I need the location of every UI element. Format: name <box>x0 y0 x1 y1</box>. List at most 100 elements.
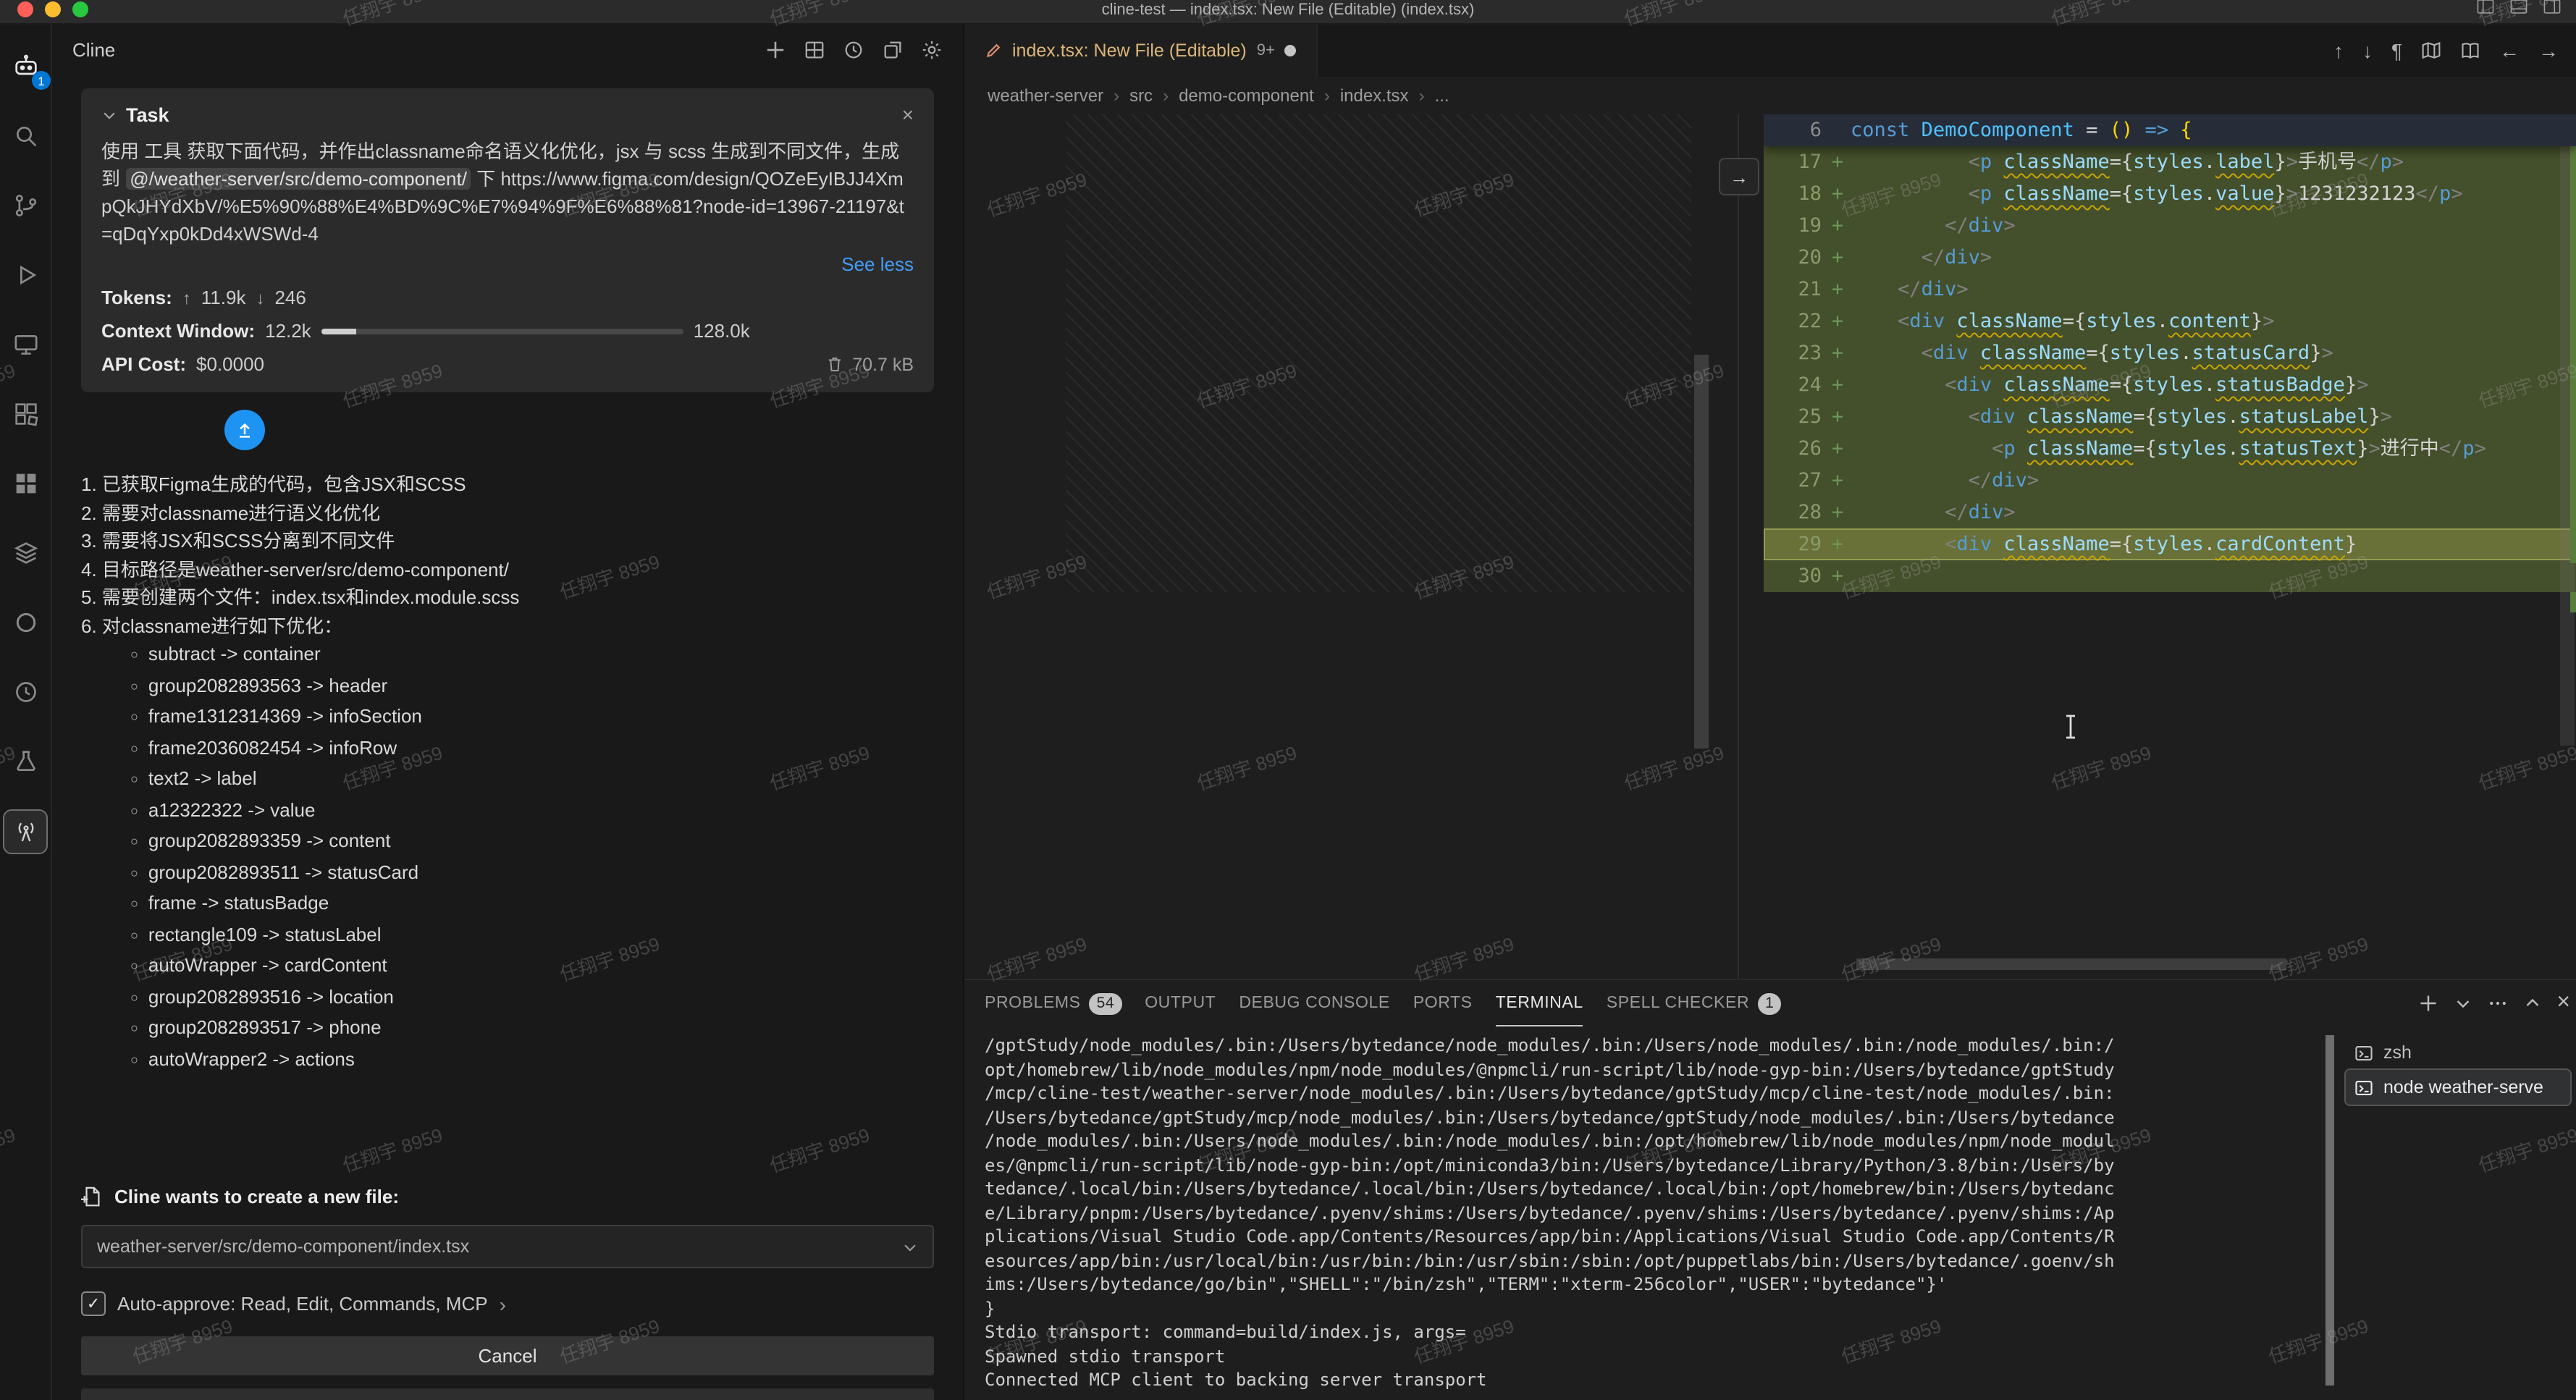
terminal-line: opt/homebrew/lib/node_modules/npm/node_m… <box>985 1058 2325 1081</box>
maximize-panel-icon[interactable] <box>2523 995 2541 1012</box>
more-actions-icon[interactable] <box>2487 993 2507 1013</box>
sidebar-item-source-control[interactable] <box>4 184 46 226</box>
create-file-label: Cline wants to create a new file: <box>114 1186 399 1207</box>
toggle-sidebar-icon[interactable] <box>2476 0 2495 16</box>
panel-tab-spell-checker[interactable]: Spell Checker1 <box>1607 980 1782 1026</box>
sidebar-item-history[interactable] <box>4 670 46 712</box>
partial-bottom-button[interactable] <box>81 1388 934 1400</box>
sidebar-item-squares[interactable] <box>4 462 46 504</box>
sidebar-title: Cline <box>72 38 115 60</box>
diff-modified-pane[interactable]: 6 const DemoComponent = () => { 17+ <p c… <box>1764 114 2576 979</box>
terminal-list-item[interactable]: zsh <box>2346 1035 2570 1070</box>
back-icon[interactable]: ← <box>2499 39 2520 62</box>
checklist-item: 6. 对classname进行如下优化： <box>81 612 934 640</box>
panel-tab-ports[interactable]: Ports <box>1413 980 1473 1026</box>
breadcrumb-item[interactable]: ... <box>1435 85 1449 106</box>
sidebar-item-remote-explorer[interactable] <box>4 323 46 365</box>
task-card: Task × 使用 工具 获取下面代码，并作出classname命名语义化优化，… <box>81 88 934 392</box>
history-icon[interactable] <box>843 38 864 60</box>
panel-tab-badge: 1 <box>1758 992 1781 1014</box>
bullet-icon: ○ <box>130 678 138 693</box>
breadcrumb-item[interactable]: index.tsx <box>1340 85 1409 106</box>
code-line: 28+ </div> <box>1764 497 2576 528</box>
new-task-icon[interactable] <box>765 38 786 60</box>
cline-sidebar: Cline Task × 使用 工具 获取下面代码 <box>52 25 963 1400</box>
prev-change-icon[interactable]: ↑ <box>2333 39 2344 62</box>
new-terminal-icon[interactable] <box>2417 993 2438 1013</box>
auto-approve-checkbox[interactable]: ✓ <box>81 1291 106 1316</box>
vertical-scrollbar[interactable] <box>2559 114 2576 979</box>
horizontal-scrollbar[interactable] <box>1856 958 2286 970</box>
overview-ruler-add-mark <box>2570 592 2576 612</box>
tab-dirty-dot-icon[interactable] <box>1285 45 1297 56</box>
upload-fab-button[interactable] <box>224 410 265 450</box>
sidebar-item-search[interactable] <box>4 114 46 156</box>
diff-sash[interactable]: → <box>1712 114 1764 979</box>
editor-tab[interactable]: index.tsx: New File (Editable) 9+ <box>964 25 1318 77</box>
terminal-list-item[interactable]: node weather-serve <box>2346 1070 2570 1105</box>
terminal-line: es/@npmcli/run-script/lib/node-gyp-bin:/… <box>985 1153 2325 1177</box>
see-less-link[interactable]: See less <box>101 253 914 275</box>
chevron-right-icon[interactable]: › <box>500 1292 506 1315</box>
panel-tab-output[interactable]: Output <box>1145 980 1216 1026</box>
terminal-dropdown-chevron-icon[interactable] <box>2454 995 2471 1012</box>
checklist-item: 1. 已获取Figma生成的代码，包含JSX和SCSS <box>81 471 934 499</box>
breadcrumb-item[interactable]: src <box>1129 85 1153 106</box>
file-path-dropdown[interactable]: weather-server/src/demo-component/index.… <box>81 1225 934 1268</box>
terminal-scrollbar[interactable] <box>2325 1035 2334 1386</box>
terminal-line: Spawned stdio transport <box>985 1344 2325 1368</box>
trash-icon[interactable] <box>825 355 843 374</box>
checklist-item: 5. 需要创建两个文件：index.tsx和index.module.scss <box>81 583 934 612</box>
map-icon[interactable] <box>2421 41 2441 61</box>
breadcrumb-separator: › <box>1419 85 1425 106</box>
settings-gear-icon[interactable] <box>921 38 943 60</box>
bullet-icon: ○ <box>130 741 138 755</box>
chevron-down-icon <box>902 1239 918 1254</box>
toggle-panel-icon[interactable] <box>2509 0 2528 16</box>
terminal-icon <box>2354 1043 2373 1062</box>
sidebar-item-extensions[interactable] <box>4 392 46 434</box>
classname-mapping-item: ○rectangle109 -> statusLabel <box>130 920 934 951</box>
breadcrumb-item[interactable]: demo-component <box>1179 85 1314 106</box>
next-change-icon[interactable]: ↓ <box>2362 39 2373 62</box>
left-pane-scrollbar[interactable] <box>1694 355 1709 749</box>
bullet-icon: ○ <box>130 647 138 662</box>
tab-label: index.tsx: New File (Editable) <box>1012 41 1247 61</box>
code-line: 21+ </div> <box>1764 274 2576 305</box>
sidebar-item-layers[interactable] <box>4 531 46 573</box>
sidebar-item-ring[interactable] <box>4 601 46 643</box>
sidebar-item-beaker[interactable] <box>4 740 46 782</box>
file-path-value: weather-server/src/demo-component/index.… <box>97 1236 469 1257</box>
sidebar-item-run-debug[interactable] <box>4 253 46 295</box>
terminal-line: } <box>985 1296 2325 1320</box>
vscode-window: cline-test — index.tsx: New File (Editab… <box>0 0 2576 1400</box>
panel-tab-problems[interactable]: Problems54 <box>985 980 1121 1026</box>
cancel-button[interactable]: Cancel <box>81 1336 934 1375</box>
api-cost-label: API Cost: <box>101 353 186 375</box>
notebook-icon[interactable] <box>2460 41 2480 61</box>
diff-navigate-arrow-button[interactable]: → <box>1719 158 1759 195</box>
forward-icon[interactable]: → <box>2538 39 2559 62</box>
bottom-panel: Problems54 Output Debug Console Ports Termin… <box>964 979 2576 1400</box>
open-in-editor-icon[interactable] <box>882 38 904 60</box>
task-close-icon[interactable]: × <box>902 103 914 126</box>
panel-tab-debug-console[interactable]: Debug Console <box>1239 980 1389 1026</box>
bullet-icon: ○ <box>130 1052 138 1066</box>
mouse-ibeam-cursor <box>2062 714 2079 740</box>
titlebar: cline-test — index.tsx: New File (Editab… <box>0 0 2576 25</box>
sidebar-item-cline[interactable]: 1 <box>4 45 46 87</box>
terminal-output[interactable]: /gptStudy/node_modules/.bin:/Users/byted… <box>964 1026 2325 1400</box>
checklist-item: 4. 目标路径是weather-server/src/demo-componen… <box>81 555 934 583</box>
code-line: 18+ <p className={styles.value}>12312321… <box>1764 178 2576 210</box>
close-panel-icon[interactable]: × <box>2556 990 2570 1016</box>
sidebar-item-ports[interactable] <box>3 809 48 854</box>
create-file-row: Cline wants to create a new file: <box>81 1186 934 1207</box>
task-path-chip[interactable]: @/weather-server/src/demo-component/ <box>125 168 471 190</box>
breadcrumb-item[interactable]: weather-server <box>988 85 1103 106</box>
whitespace-toggle-icon[interactable]: ¶ <box>2391 39 2402 62</box>
task-collapse-chevron-icon[interactable] <box>101 106 117 122</box>
mcp-servers-icon[interactable] <box>804 38 825 60</box>
toggle-secondary-sidebar-icon[interactable] <box>2543 0 2562 16</box>
diff-original-pane[interactable] <box>964 114 1712 979</box>
panel-tab-terminal[interactable]: Terminal <box>1496 980 1583 1026</box>
